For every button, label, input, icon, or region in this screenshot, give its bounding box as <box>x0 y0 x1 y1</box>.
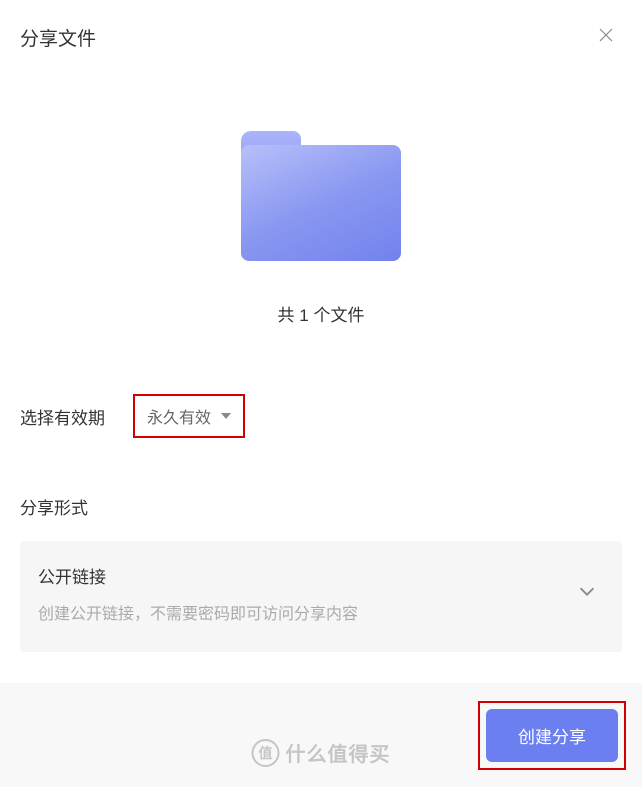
create-share-button[interactable]: 创建分享 <box>486 709 618 762</box>
share-mode-title: 公开链接 <box>38 563 358 588</box>
share-mode-label: 分享形式 <box>20 494 642 519</box>
close-button[interactable] <box>594 26 618 50</box>
dialog-footer: 创建分享 <box>0 683 642 787</box>
share-mode-option[interactable]: 公开链接 创建公开链接，不需要密码即可访问分享内容 <box>20 541 622 652</box>
dialog-header: 分享文件 <box>0 0 642 51</box>
close-icon <box>597 26 615 49</box>
file-count-text: 共 1 个文件 <box>278 301 365 326</box>
folder-icon <box>241 131 401 261</box>
expiry-dropdown[interactable]: 永久有效 <box>133 394 245 438</box>
chevron-down-icon <box>576 580 598 607</box>
create-button-highlight: 创建分享 <box>478 701 626 770</box>
share-mode-desc: 创建公开链接，不需要密码即可访问分享内容 <box>38 600 358 624</box>
dialog-title: 分享文件 <box>20 24 96 51</box>
caret-down-icon <box>221 413 231 419</box>
share-mode-text: 公开链接 创建公开链接，不需要密码即可访问分享内容 <box>38 563 358 624</box>
expiry-row: 选择有效期 永久有效 <box>20 394 642 438</box>
expiry-selected-value: 永久有效 <box>147 404 211 428</box>
expiry-label: 选择有效期 <box>20 404 105 429</box>
file-preview: 共 1 个文件 <box>0 131 642 326</box>
